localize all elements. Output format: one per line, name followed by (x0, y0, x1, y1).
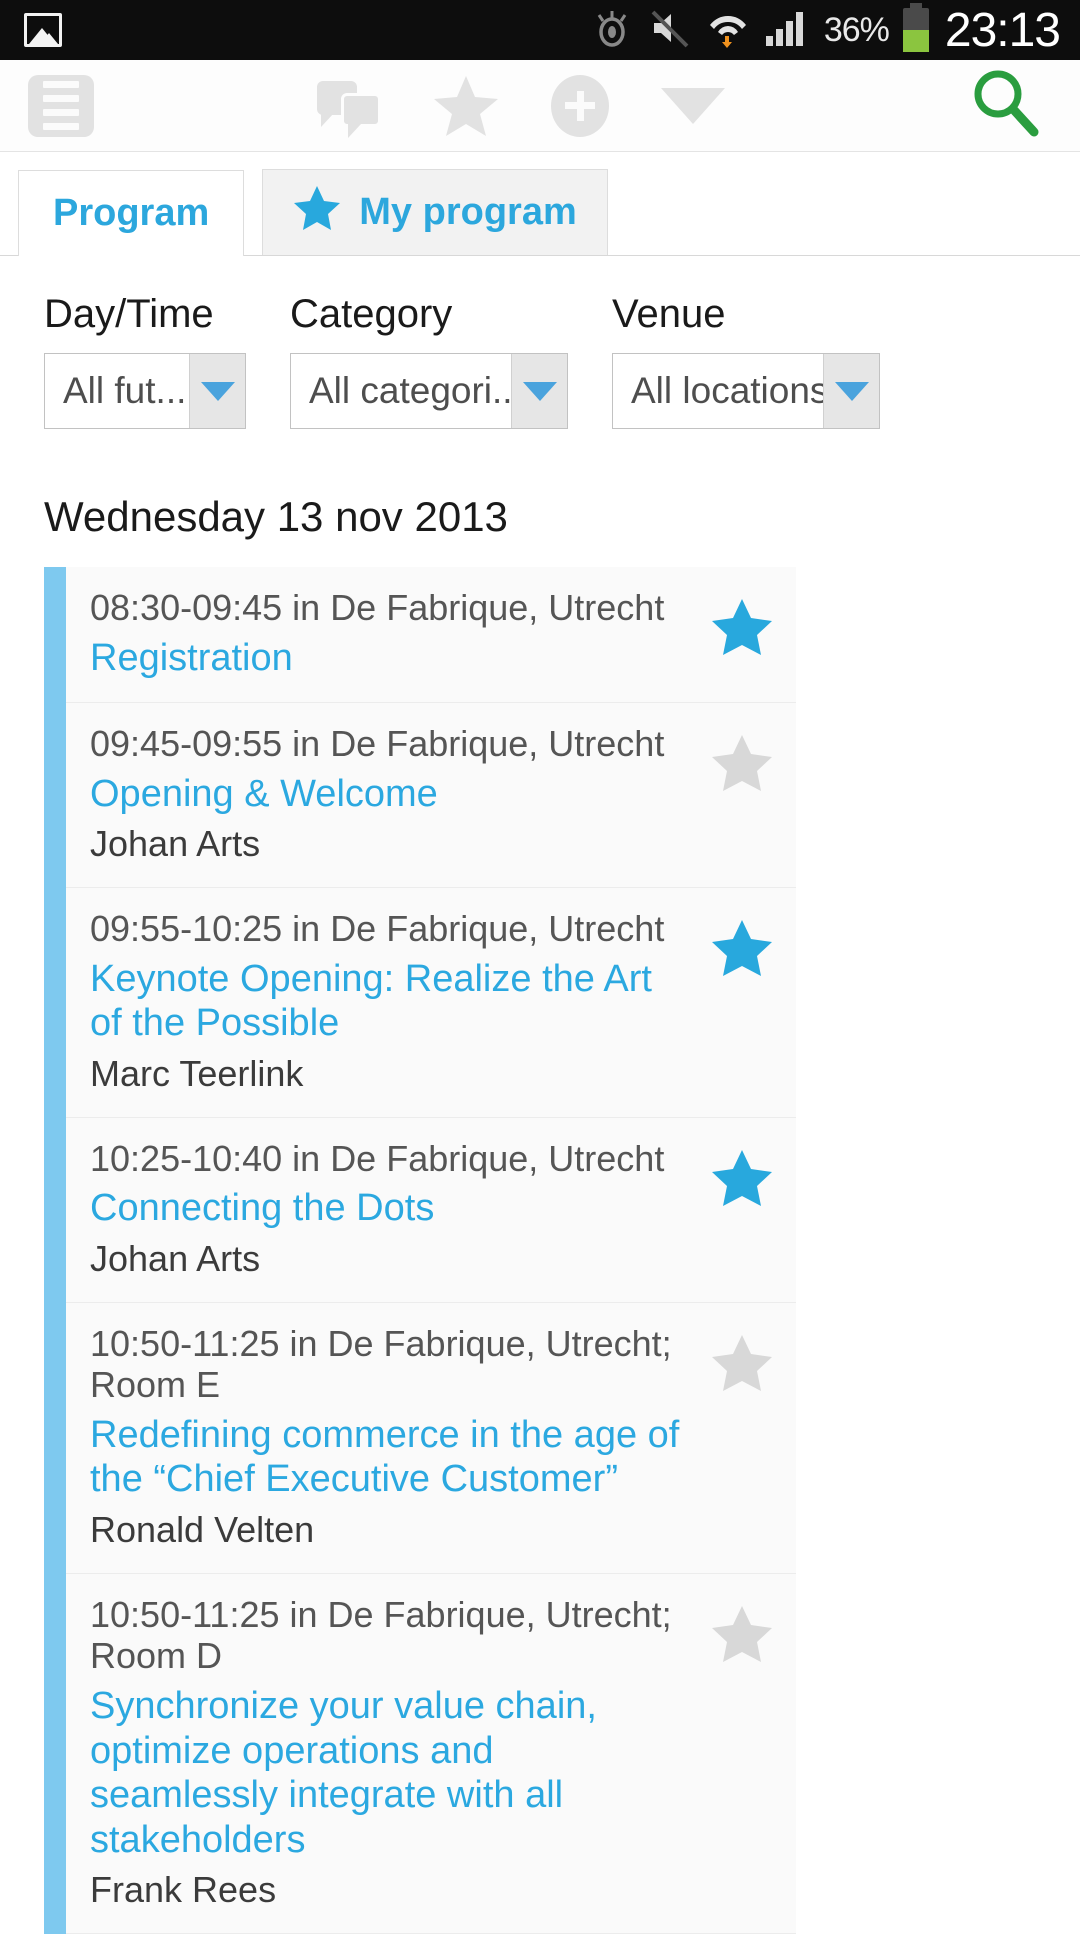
program-row-meta: 09:45-09:55 in De Fabrique, Utrecht (90, 723, 665, 765)
program-row[interactable]: 09:45-09:55 in De Fabrique, Utrecht Openi… (66, 703, 796, 889)
program-row-title[interactable]: Opening & Welcome (90, 772, 682, 816)
filter-daytime: Day/Time All fut... (44, 292, 246, 429)
toolbar-actions (74, 74, 968, 193)
wifi-icon (706, 6, 750, 55)
tab-bar: Program My program (0, 152, 1080, 256)
program-row[interactable]: 10:50-11:25 in De Fabrique, Utrecht; Roo… (66, 1573, 796, 1934)
star-outline-icon[interactable] (688, 1594, 796, 1911)
filter-venue-select[interactable]: All locations (612, 353, 880, 429)
program-row-title[interactable]: Connecting the Dots (90, 1186, 682, 1230)
star-icon[interactable] (433, 74, 499, 138)
program-row-title[interactable]: Redefining commerce in the age of the “C… (90, 1413, 682, 1502)
star-filled-icon[interactable] (688, 1138, 796, 1280)
program-list-wrapper: 08:30-09:45 in De Fabrique, Utrecht Regis… (44, 567, 796, 1934)
filter-venue-label: Venue (612, 292, 726, 336)
program-row-speaker: Frank Rees (90, 1868, 277, 1910)
chat-bubbles-icon[interactable] (317, 80, 381, 138)
filter-venue-value: All locations (631, 370, 823, 411)
search-icon[interactable] (968, 66, 1042, 145)
tab-program-label: Program (53, 192, 210, 234)
filter-category: Category All categori... (290, 292, 568, 429)
chevron-down-icon (823, 354, 879, 428)
status-bar-left (24, 13, 590, 47)
tab-my-program[interactable]: My program (262, 169, 608, 255)
program-row-speaker: Johan Arts (90, 823, 261, 865)
program-row-meta: 08:30-09:45 in De Fabrique, Utrecht (90, 587, 665, 628)
program-row-meta: 10:50-11:25 in De Fabrique, Utrecht; Roo… (90, 1593, 672, 1677)
program-row-speaker: Marc Teerlink (90, 1052, 304, 1094)
program-row-content: 10:25-10:40 in De Fabrique, Utrecht Conne… (66, 1138, 688, 1280)
signal-icon (764, 6, 810, 55)
program-row-content: 08:30-09:45 in De Fabrique, Utrecht Regis… (66, 587, 688, 680)
app-toolbar (0, 60, 1080, 193)
eye-icon (590, 6, 634, 55)
program-row-meta: 10:25-10:40 in De Fabrique, Utrecht (90, 1137, 665, 1179)
tab-program[interactable]: Program (18, 170, 245, 256)
star-outline-icon[interactable] (688, 723, 796, 865)
program-row-title[interactable]: Keynote Opening: Realize the Art of the … (90, 957, 682, 1046)
timeline-rail (44, 567, 66, 1934)
filter-bar: Day/Time All fut... Category All categor… (0, 256, 1080, 429)
date-heading: Wednesday 13 nov 2013 (44, 493, 508, 540)
filter-category-select[interactable]: All categori... (290, 353, 568, 429)
program-row[interactable]: 10:25-10:40 in De Fabrique, Utrecht Conne… (66, 1117, 796, 1303)
filter-category-label: Category (290, 292, 453, 336)
chevron-down-icon (511, 354, 567, 428)
program-row-title[interactable]: Registration (90, 636, 682, 680)
funnel-filter-icon[interactable] (661, 87, 725, 193)
program-row[interactable]: 10:50-11:25 in De Fabrique, Utrecht; Roo… (66, 1302, 796, 1574)
battery-percent: 36% (823, 10, 890, 49)
program-row-title[interactable]: Synchronize your value chain, optimize o… (90, 1684, 682, 1862)
tab-my-program-label: My program (359, 191, 577, 233)
plus-circle-icon[interactable] (551, 74, 609, 137)
star-filled-icon[interactable] (688, 587, 796, 680)
filter-venue: Venue All locations (612, 292, 880, 429)
program-row-meta: 09:55-10:25 in De Fabrique, Utrecht (90, 908, 665, 950)
program-list: 08:30-09:45 in De Fabrique, Utrecht Regis… (66, 567, 796, 1934)
program-row-speaker: Ronald Velten (90, 1508, 315, 1550)
star-filled-icon[interactable] (688, 908, 796, 1094)
filter-category-value: All categori... (309, 370, 511, 411)
program-row-content: 09:55-10:25 in De Fabrique, Utrecht Keyno… (66, 908, 688, 1094)
filter-daytime-select[interactable]: All fut... (44, 353, 246, 429)
mute-icon (648, 6, 692, 55)
filter-daytime-value: All fut... (63, 370, 187, 411)
battery-icon (902, 3, 929, 52)
star-outline-icon[interactable] (688, 1323, 796, 1551)
status-bar: 36% 23:13 (0, 0, 1080, 60)
photo-icon (24, 13, 62, 47)
program-row-content: 09:45-09:55 in De Fabrique, Utrecht Openi… (66, 723, 688, 865)
program-row-speaker: Johan Arts (90, 1237, 261, 1279)
program-row-content: 10:50-11:25 in De Fabrique, Utrecht; Roo… (66, 1323, 688, 1551)
program-row[interactable]: 08:30-09:45 in De Fabrique, Utrecht Regis… (66, 567, 796, 704)
program-row[interactable]: 09:55-10:25 in De Fabrique, Utrecht Keyno… (66, 888, 796, 1118)
chevron-down-icon (189, 354, 245, 428)
status-bar-clock: 23:13 (944, 3, 1061, 57)
program-row-meta: 10:50-11:25 in De Fabrique, Utrecht; Roo… (90, 1322, 672, 1406)
filter-daytime-label: Day/Time (44, 292, 214, 336)
star-icon (293, 185, 341, 241)
program-row-content: 10:50-11:25 in De Fabrique, Utrecht; Roo… (66, 1594, 688, 1911)
status-bar-right: 36% 23:13 (590, 3, 1061, 58)
